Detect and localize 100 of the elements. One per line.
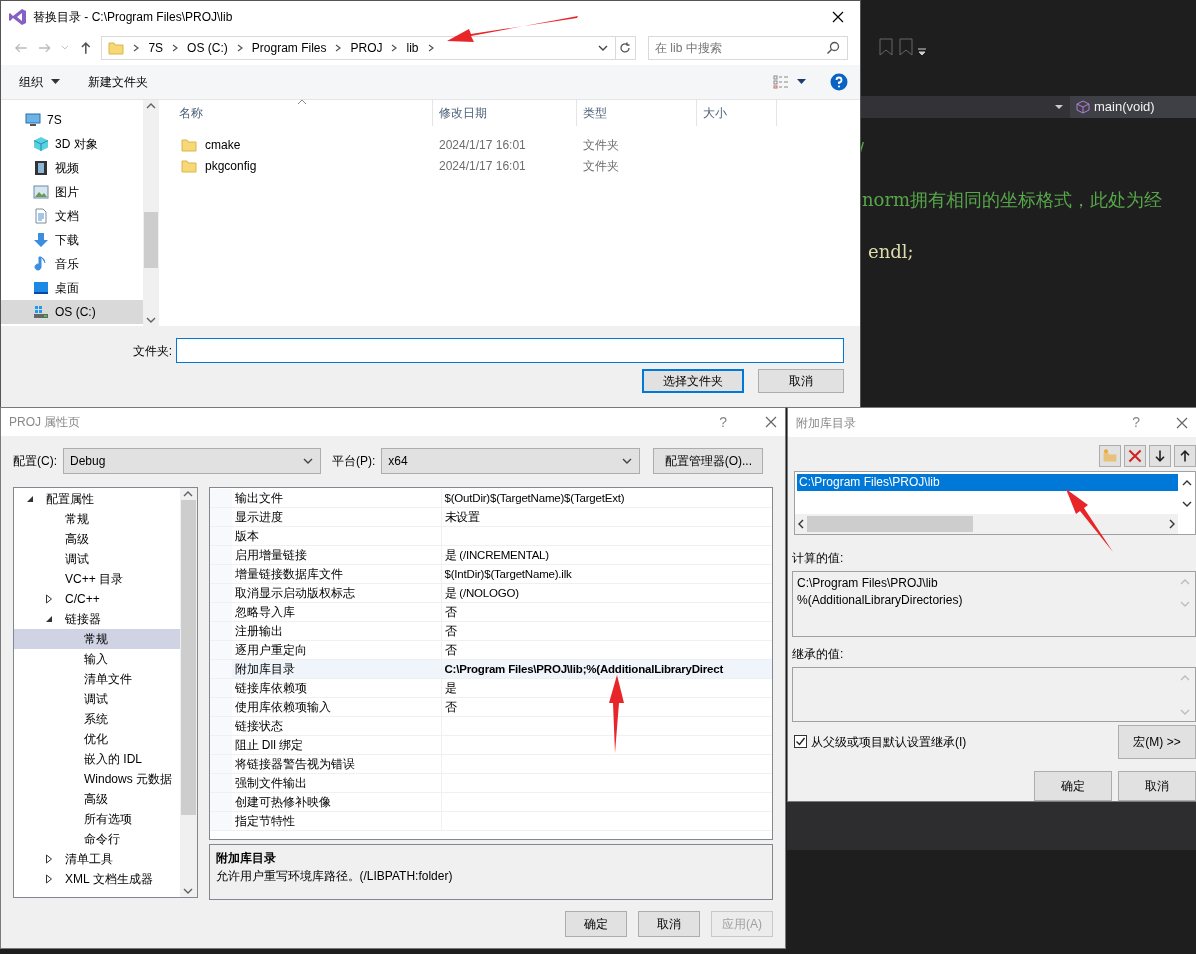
dialog-button[interactable]: 确定 (565, 911, 627, 937)
move-down-button[interactable] (1149, 445, 1171, 468)
property-row[interactable]: 输出文件 $(OutDir)$(TargetName)$(TargetExt) (209, 489, 772, 508)
tree-item[interactable]: C/C++ (14, 589, 180, 609)
property-row[interactable]: 附加库目录 C:\Program Files\PROJ\lib;%(AdditionalLibraryDirect (209, 660, 772, 679)
macros-button[interactable]: 宏(M) >> (1118, 725, 1196, 759)
column-header[interactable]: 大小 (697, 100, 777, 126)
nav-item[interactable]: 视频 (1, 156, 143, 180)
scrollbar[interactable] (179, 488, 197, 897)
tree-item[interactable]: 所有选项 (14, 809, 180, 829)
chevron-right-icon[interactable] (334, 43, 343, 53)
file-name[interactable]: pkgconfig (159, 156, 433, 175)
overflow-icon[interactable] (918, 48, 926, 56)
folder-input-field[interactable] (176, 338, 844, 363)
tree-item[interactable]: 高级 (14, 789, 180, 809)
dialog-button[interactable]: 取消 (638, 911, 700, 937)
breadcrumb[interactable]: OS (C:) (187, 39, 228, 57)
scrollbar-thumb[interactable] (180, 500, 196, 815)
breadcrumb[interactable]: 7S (148, 39, 164, 57)
column-header[interactable]: 类型 (577, 100, 697, 126)
tree-item[interactable]: XML 文档生成器 (14, 869, 180, 889)
dialog-button[interactable]: 选择文件夹 (642, 369, 744, 393)
property-row[interactable]: 创建可热修补映像 (209, 793, 772, 812)
breadcrumb[interactable]: lib (406, 39, 419, 57)
close-icon[interactable] (832, 11, 844, 23)
tree-item[interactable]: VC++ 目录 (14, 569, 180, 589)
tree-item[interactable]: 配置属性 (14, 489, 180, 509)
scrollbar[interactable] (795, 514, 1178, 535)
chevron-right-icon[interactable] (235, 43, 244, 53)
tree-item[interactable]: Windows 元数据 (14, 769, 180, 789)
toolbar-button[interactable]: 新建文件夹 (88, 73, 148, 91)
dropdown-caret-icon[interactable] (1054, 102, 1064, 112)
view-button[interactable] (773, 75, 806, 89)
breadcrumb[interactable]: PROJ (350, 39, 383, 57)
dialog-button[interactable]: 确定 (1034, 771, 1112, 801)
delete-button[interactable] (1124, 445, 1146, 468)
collapsed-triangle-icon[interactable] (45, 874, 53, 884)
inherit-checkbox[interactable]: 从父级或项目默认设置继承(I) (794, 733, 967, 751)
nav-item[interactable]: 桌面 (1, 276, 143, 300)
toolbar-button[interactable]: 组织 (19, 73, 60, 91)
scrollbar[interactable] (143, 100, 159, 326)
tree-item[interactable]: 调试 (14, 689, 180, 709)
tree-item[interactable]: 高级 (14, 529, 180, 549)
nav-item[interactable]: 下载 (1, 228, 143, 252)
breadcrumb[interactable]: Program Files (251, 39, 327, 57)
nav-item[interactable]: 文档 (1, 204, 143, 228)
property-row[interactable]: 版本 (209, 527, 772, 546)
tree-item[interactable]: 嵌入的 IDL (14, 749, 180, 769)
property-row[interactable]: 取消显示启动版权标志 是 (/NOLOGO) (209, 584, 772, 603)
refresh-button[interactable] (614, 36, 636, 60)
help-icon[interactable] (830, 73, 848, 91)
dialog-button[interactable]: 取消 (758, 369, 844, 393)
expanded-triangle-icon[interactable] (26, 495, 34, 503)
scrollbar-thumb[interactable] (807, 516, 973, 533)
nav-item[interactable]: 7S (1, 108, 143, 132)
chevron-right-icon[interactable] (426, 43, 435, 53)
help-button[interactable]: ? (1132, 412, 1140, 434)
config-manager-button[interactable]: 配置管理器(O)... (653, 448, 764, 474)
chevron-right-icon[interactable] (132, 43, 141, 53)
nav-item[interactable]: 3D 对象 (1, 132, 143, 156)
tree-item[interactable]: 命令行 (14, 829, 180, 849)
chevron-right-icon[interactable] (390, 43, 399, 53)
property-row[interactable]: 注册输出 否 (209, 622, 772, 641)
collapsed-triangle-icon[interactable] (45, 854, 53, 864)
nav-item[interactable]: OS (C:) (1, 300, 143, 324)
tree-item[interactable]: 常规 (14, 629, 180, 649)
dropdown[interactable]: Debug (63, 448, 321, 474)
column-header[interactable]: 修改日期 (433, 100, 577, 126)
tree-item[interactable]: 清单工具 (14, 849, 180, 869)
tree-item[interactable]: 输入 (14, 649, 180, 669)
expanded-triangle-icon[interactable] (45, 615, 53, 623)
member-dropdown[interactable]: main(void) (1070, 96, 1196, 118)
column-header[interactable]: 名称 (159, 100, 433, 126)
dialog-button[interactable]: 取消 (1118, 771, 1196, 801)
property-row[interactable]: 启用增量链接 是 (/INCREMENTAL) (209, 546, 772, 565)
tree-item[interactable]: 清单文件 (14, 669, 180, 689)
property-row[interactable]: 强制文件输出 (209, 774, 772, 793)
search-field[interactable]: 在 lib 中搜索 (648, 36, 848, 60)
property-row[interactable]: 指定节特性 (209, 812, 772, 831)
dropdown[interactable]: x64 (381, 448, 641, 474)
move-up-button[interactable] (1174, 445, 1196, 468)
tree-item[interactable]: 链接器 (14, 609, 180, 629)
file-name[interactable]: cmake (159, 135, 433, 154)
chevron-right-icon[interactable] (171, 43, 180, 53)
property-row[interactable]: 增量链接数据库文件 $(IntDir)$(TargetName).ilk (209, 565, 772, 584)
directory-item[interactable]: C:\Program Files\PROJ\lib (797, 474, 1178, 492)
tree-item[interactable]: 常规 (14, 509, 180, 529)
address-bar[interactable]: 7S OS (C:) Program Files PROJ lib (101, 36, 616, 60)
nav-item[interactable]: 图片 (1, 180, 143, 204)
property-row[interactable]: 显示进度 未设置 (209, 508, 772, 527)
collapsed-triangle-icon[interactable] (45, 594, 53, 604)
tree-item[interactable]: 系统 (14, 709, 180, 729)
nav-item[interactable]: 音乐 (1, 252, 143, 276)
tree-item[interactable]: 优化 (14, 729, 180, 749)
property-row[interactable]: 链接状态 (209, 717, 772, 736)
property-row[interactable]: 忽略导入库 否 (209, 603, 772, 622)
search-icon[interactable] (826, 41, 840, 55)
property-row[interactable]: 阻止 Dll 绑定 (209, 736, 772, 755)
scrollbar-thumb[interactable] (144, 212, 158, 268)
tree-item[interactable]: 调试 (14, 549, 180, 569)
